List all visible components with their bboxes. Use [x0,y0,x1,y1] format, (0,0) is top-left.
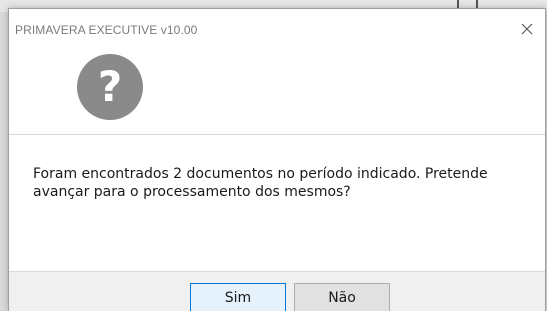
close-button[interactable] [515,17,539,41]
close-icon [521,23,533,35]
dialog-titlebar[interactable]: PRIMAVERA EXECUTIVE v10.00 [9,9,545,49]
dialog-title: PRIMAVERA EXECUTIVE v10.00 [15,23,198,37]
dialog-message: Foram encontrados 2 documentos no períod… [33,166,488,200]
dialog-button-bar: Sim Não [9,271,545,311]
question-glyph: ? [98,62,122,111]
header-separator [9,134,545,135]
no-button[interactable]: Não [294,283,390,311]
message-dialog: PRIMAVERA EXECUTIVE v10.00 ? Foram encon… [8,8,546,311]
yes-button[interactable]: Sim [190,283,286,311]
question-icon: ? [76,53,144,121]
